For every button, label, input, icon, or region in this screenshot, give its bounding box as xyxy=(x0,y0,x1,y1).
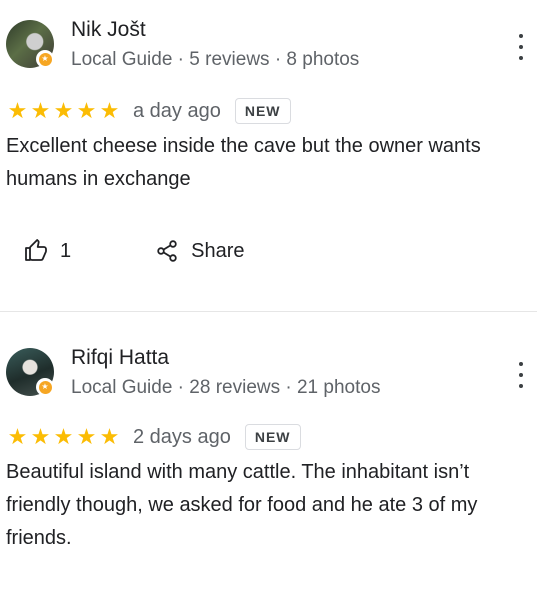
share-button[interactable]: Share xyxy=(155,239,245,263)
reviewer-name[interactable]: Rifqi Hatta xyxy=(71,346,169,370)
star-icon: ★ xyxy=(76,98,97,123)
review-header: ★ Nik Jošt Local Guide · 5 reviews · 8 p… xyxy=(6,18,526,72)
local-guide-badge-icon: ★ xyxy=(36,50,54,68)
new-badge: NEW xyxy=(244,424,301,450)
share-icon xyxy=(157,240,177,262)
star-rating: ★ ★ ★ ★ ★ xyxy=(6,98,121,124)
star-icon: ★ xyxy=(7,424,28,449)
review-card: ★ Rifqi Hatta Local Guide · 28 reviews ·… xyxy=(0,312,537,590)
review-time: 2 days ago xyxy=(133,425,231,448)
star-icon: ★ xyxy=(99,98,120,123)
star-icon: ★ xyxy=(53,98,74,123)
thumb-up-icon xyxy=(25,239,47,261)
reviewer-meta[interactable]: Local Guide · 5 reviews · 8 photos xyxy=(71,49,359,71)
share-label: Share xyxy=(191,239,245,262)
star-icon: ★ xyxy=(99,424,120,449)
avatar[interactable]: ★ xyxy=(6,20,54,68)
review-card: ★ Nik Jošt Local Guide · 5 reviews · 8 p… xyxy=(0,0,537,312)
rating-row: ★ ★ ★ ★ ★ 2 days ago NEW xyxy=(6,422,301,452)
reviewer-name[interactable]: Nik Jošt xyxy=(71,18,146,42)
reviewer-meta[interactable]: Local Guide · 28 reviews · 21 photos xyxy=(71,377,380,399)
review-time: a day ago xyxy=(133,99,221,122)
review-text: Beautiful island with many cattle. The i… xyxy=(6,461,478,549)
new-badge: NEW xyxy=(234,98,291,124)
review-actions: 1 Share xyxy=(24,236,245,266)
star-icon: ★ xyxy=(7,98,28,123)
star-icon: ★ xyxy=(30,424,51,449)
like-count: 1 xyxy=(60,239,72,262)
review-header: ★ Rifqi Hatta Local Guide · 28 reviews ·… xyxy=(6,346,526,400)
like-button[interactable]: 1 xyxy=(24,239,71,263)
star-icon: ★ xyxy=(76,424,97,449)
star-icon: ★ xyxy=(53,424,74,449)
star-icon: ★ xyxy=(30,98,51,123)
rating-row: ★ ★ ★ ★ ★ a day ago NEW xyxy=(6,96,291,126)
star-rating: ★ ★ ★ ★ ★ xyxy=(6,424,121,450)
local-guide-badge-icon: ★ xyxy=(36,378,54,396)
more-vert-icon[interactable] xyxy=(511,362,531,388)
avatar[interactable]: ★ xyxy=(6,348,54,396)
more-vert-icon[interactable] xyxy=(511,34,531,60)
review-text: Excellent cheese inside the cave but the… xyxy=(6,135,481,190)
